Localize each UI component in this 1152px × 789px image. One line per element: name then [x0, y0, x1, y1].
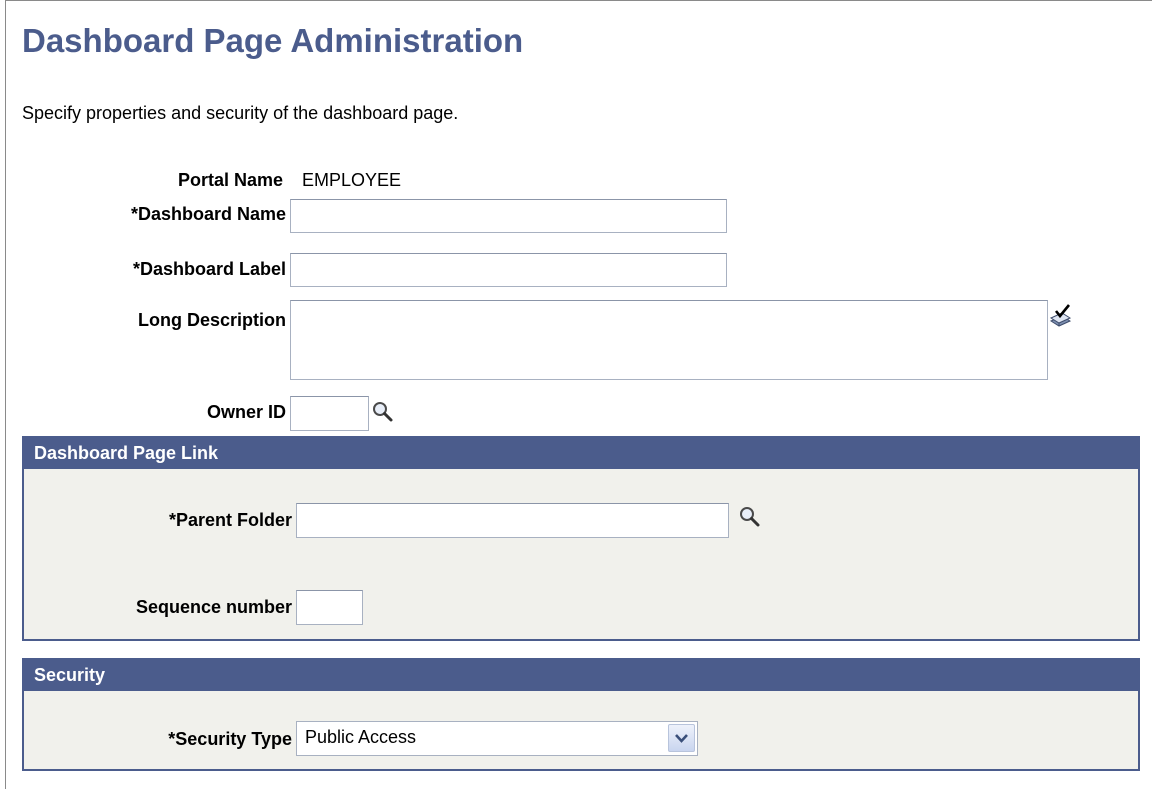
- window-left-border: [5, 0, 6, 789]
- dashboard-label-label: *Dashboard Label: [132, 259, 286, 279]
- security-header: Security: [24, 660, 1138, 691]
- window-top-border: [5, 0, 1152, 1]
- page-instructions: Specify properties and security of the d…: [22, 103, 459, 123]
- owner-id-input[interactable]: [290, 396, 369, 431]
- page-title: Dashboard Page Administration: [22, 22, 524, 59]
- dashboard-name-input[interactable]: [290, 199, 727, 233]
- chevron-down-icon: [675, 734, 688, 743]
- owner-id-lookup-icon[interactable]: [371, 400, 395, 424]
- security-type-dropdown-button[interactable]: [668, 724, 695, 752]
- sequence-number-label: Sequence number: [135, 597, 292, 617]
- security-type-label: *Security Type: [168, 729, 292, 749]
- portal-name-label: Portal Name: [177, 170, 283, 190]
- spell-check-icon[interactable]: [1047, 304, 1073, 330]
- sequence-number-input[interactable]: [296, 590, 363, 625]
- long-description-textarea[interactable]: [290, 300, 1048, 380]
- dashboard-label-input[interactable]: [290, 253, 727, 287]
- owner-id-label: Owner ID: [206, 402, 286, 422]
- dashboard-page-link-header: Dashboard Page Link: [24, 438, 1138, 469]
- parent-folder-input[interactable]: [296, 503, 729, 538]
- portal-name-value: EMPLOYEE: [302, 170, 402, 190]
- long-description-label: Long Description: [138, 310, 286, 330]
- security-type-select[interactable]: Public Access: [296, 721, 698, 756]
- security-type-selected-value: Public Access: [305, 727, 417, 747]
- dashboard-name-label: *Dashboard Name: [130, 204, 286, 224]
- parent-folder-lookup-icon[interactable]: [738, 505, 762, 529]
- parent-folder-label: *Parent Folder: [168, 510, 292, 530]
